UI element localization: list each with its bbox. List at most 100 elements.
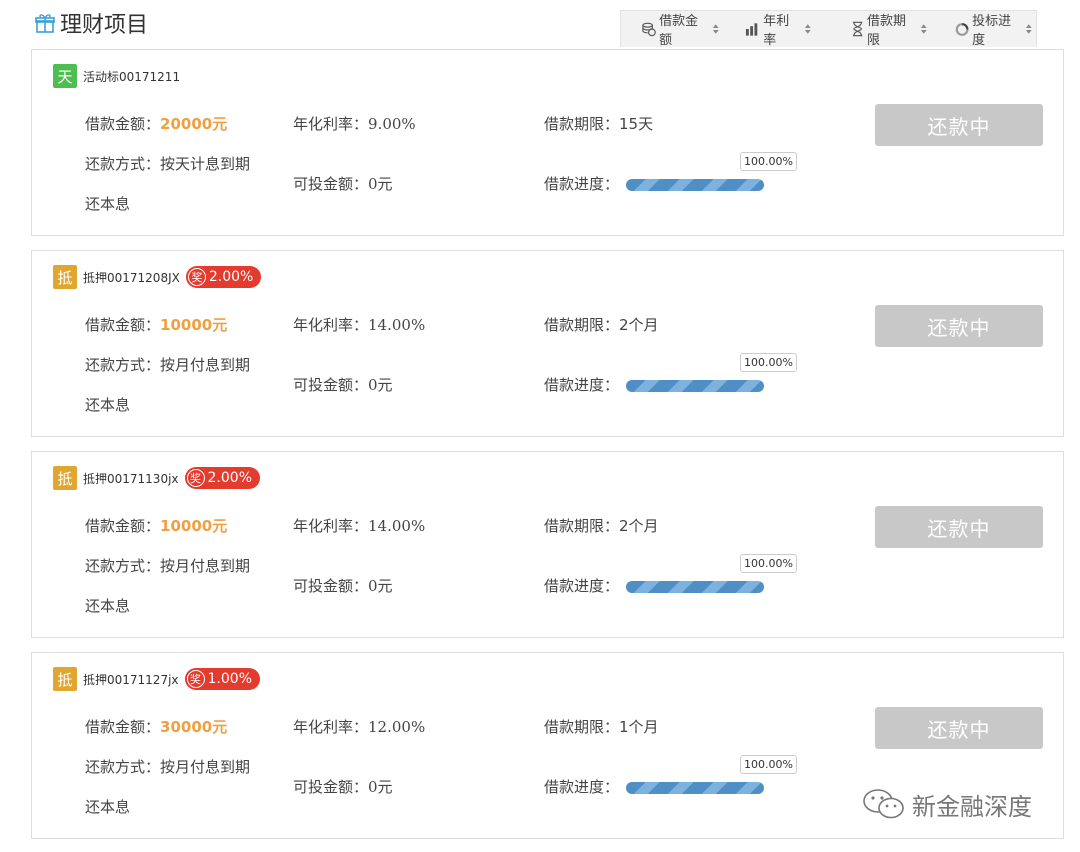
loan-name[interactable]: 抵押00171127jx [83,671,179,688]
page-title: 理财项目 [34,8,148,38]
term-field: 借款期限：15天 [544,113,653,134]
status-button[interactable]: 还款中 [875,305,1043,347]
available-label: 可投金额： [293,376,369,394]
sort-arrows-icon [921,24,927,34]
sort-label: 借款期限 [866,14,906,48]
progress-bar [626,782,764,794]
header: 理财项目 借款金额 年利率 借款期限 投标进度 [0,0,1080,48]
bar-chart-icon [746,23,758,36]
card-head: 天 活动标00171211 [53,63,180,89]
rate-field: 年化利率：9.00% [293,113,416,134]
type-badge: 抵 [53,667,77,691]
available-value: 0元 [368,376,393,394]
sort-arrows-icon [1026,24,1033,34]
amount-value: 10000元 [160,316,228,334]
gift-icon [35,14,55,33]
sort-by-rate[interactable]: 年利率 [745,10,815,48]
method-field: 还款方式：按月付息到期 [85,354,250,375]
loan-name[interactable]: 抵押00171130jx [83,470,179,487]
method-label: 还款方式： [85,758,161,776]
card-head: 抵 抵押00171130jx 奖 2.00% [53,465,260,491]
wechat-icon [863,789,904,819]
reward-rate: 2.00% [207,470,252,486]
method-field-cont: 还本息 [85,394,130,415]
type-badge: 抵 [53,265,77,289]
sort-arrows-icon [713,24,720,34]
reward-icon: 奖 [187,268,206,286]
term-field: 借款期限：2个月 [544,515,659,536]
sort-by-amount[interactable]: 借款金额 [641,10,723,48]
page: 理财项目 借款金额 年利率 借款期限 投标进度 天 活动标00171211 借款… [0,0,1080,852]
rate-label: 年化利率： [293,316,369,334]
amount-field: 借款金额：30000元 [85,716,227,737]
loan-card[interactable]: 抵 抵押00171208JX 奖 2.00% 借款金额：10000元 年化利率：… [31,250,1064,437]
amount-label: 借款金额： [85,517,161,535]
amount-label: 借款金额： [85,316,161,334]
available-field: 可投金额：0元 [293,575,393,596]
loan-name[interactable]: 抵押00171208JX [83,269,180,286]
progress-label: 借款进度： [544,376,620,394]
amount-value: 30000元 [160,718,228,736]
type-badge: 天 [53,64,77,88]
term-value: 2个月 [619,316,659,334]
method-label: 还款方式： [85,155,161,173]
term-field: 借款期限：2个月 [544,314,659,335]
progress-label: 借款进度： [544,577,620,595]
progress-field: 借款进度： [544,776,619,797]
available-field: 可投金额：0元 [293,374,393,395]
method-value: 按月付息到期 [160,557,251,575]
status-button[interactable]: 还款中 [875,707,1043,749]
term-label: 借款期限： [544,517,620,535]
sort-label: 借款金额 [659,14,699,48]
rate-label: 年化利率： [293,718,369,736]
progress-label: 借款进度： [544,175,620,193]
term-label: 借款期限： [544,718,620,736]
amount-value: 20000元 [160,115,228,133]
reward-rate: 2.00% [208,269,254,285]
sort-by-progress[interactable]: 投标进度 [955,10,1036,48]
reward-icon: 奖 [186,469,205,487]
method-field: 还款方式：按月付息到期 [85,756,250,777]
method-value-cont: 还本息 [85,396,131,414]
progress-tooltip: 100.00% [740,152,797,171]
term-label: 借款期限： [544,115,620,133]
rate-field: 年化利率：14.00% [293,314,425,335]
progress-tooltip: 100.00% [740,755,797,774]
amount-label: 借款金额： [85,718,161,736]
method-field-cont: 还本息 [85,193,130,214]
progress-field: 借款进度： [544,374,619,395]
method-field: 还款方式：按天计息到期 [85,153,250,174]
progress-bar [626,380,764,392]
status-button[interactable]: 还款中 [875,506,1043,548]
progress-bar [626,179,764,191]
loan-card[interactable]: 抵 抵押00171130jx 奖 2.00% 借款金额：10000元 年化利率：… [31,451,1064,638]
sort-label: 年利率 [763,14,790,48]
card-head: 抵 抵押00171208JX 奖 2.00% [53,264,262,290]
amount-field: 借款金额：10000元 [85,314,227,335]
amount-field: 借款金额：20000元 [85,113,227,134]
coins-icon [642,22,656,37]
term-label: 借款期限： [544,316,620,334]
status-button[interactable]: 还款中 [875,104,1043,146]
available-value: 0元 [368,577,393,595]
progress-tooltip: 100.00% [740,554,797,573]
loan-name[interactable]: 活动标00171211 [83,68,180,85]
method-label: 还款方式： [85,356,161,374]
method-value-cont: 还本息 [85,798,131,816]
sort-by-term[interactable]: 借款期限 [851,10,931,48]
method-value-cont: 还本息 [85,597,131,615]
progress-ring-icon [955,22,969,36]
watermark: 新金融深度 [862,786,1032,822]
method-value-cont: 还本息 [85,195,131,213]
loan-card[interactable]: 天 活动标00171211 借款金额：20000元 年化利率：9.00% 借款期… [31,49,1064,236]
available-label: 可投金额： [293,778,369,796]
progress-bar [626,581,764,593]
method-label: 还款方式： [85,557,161,575]
rate-label: 年化利率： [293,517,369,535]
rate-value: 14.00% [368,316,426,334]
method-value: 按月付息到期 [160,356,251,374]
reward-badge: 奖 1.00% [184,668,260,690]
progress-tooltip: 100.00% [740,353,797,372]
method-field: 还款方式：按月付息到期 [85,555,250,576]
available-value: 0元 [368,778,393,796]
